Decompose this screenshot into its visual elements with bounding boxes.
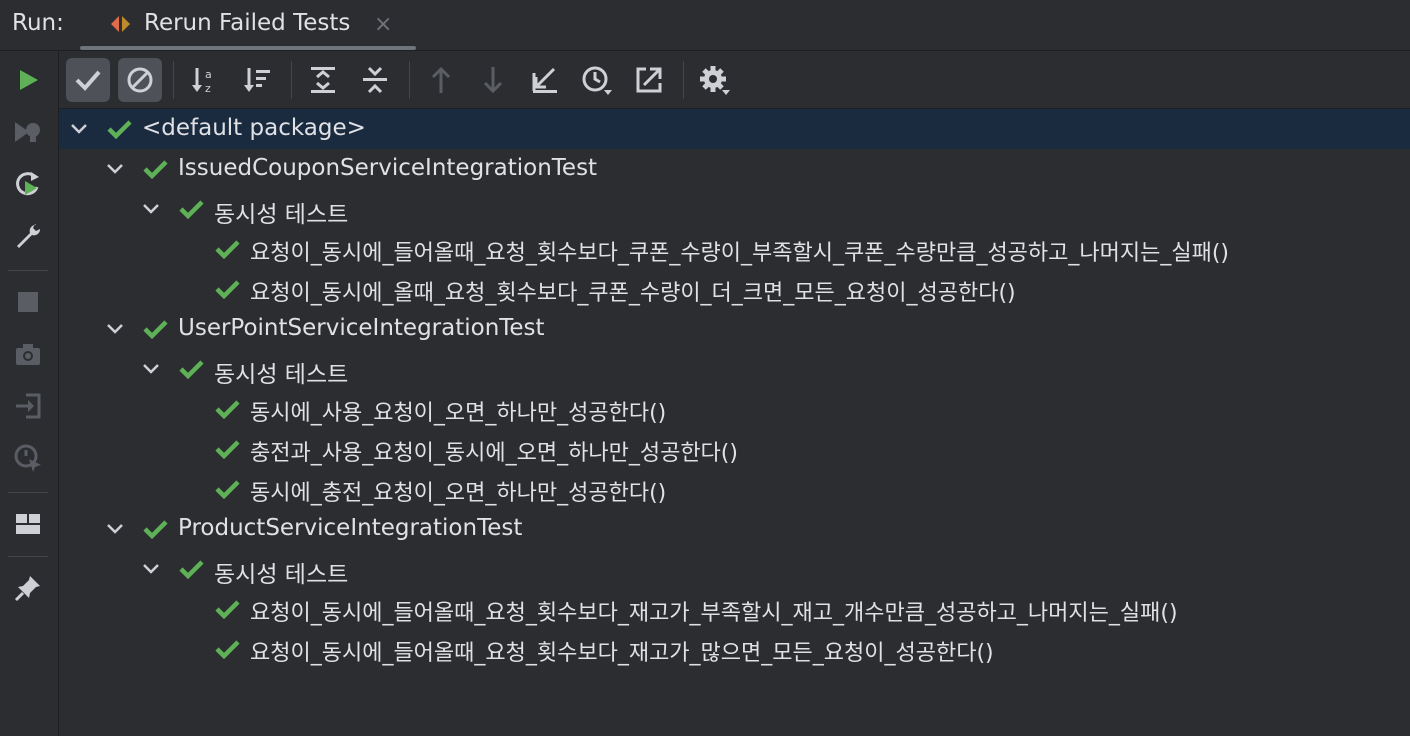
toolbar-separator [8,556,48,557]
test-group-row[interactable]: 동시성 테스트 [59,349,1410,389]
tree-node-label: 동시에_사용_요청이_오면_하나만_성공한다() [250,401,667,426]
show-ignored-icon[interactable] [118,58,162,102]
run-tool-window-header: Run: Rerun Failed Tests × [0,0,1410,51]
test-class-row[interactable]: ProductServiceIntegrationTest [59,509,1410,549]
tree-node-label: 동시성 테스트 [214,202,349,228]
passed-check-icon [143,160,168,179]
tree-node-label: UserPointServiceIntegrationTest [178,315,545,341]
tree-node-label: 동시성 테스트 [214,362,349,388]
sort-alpha-icon[interactable]: a z [183,58,227,102]
chevron-down-icon[interactable] [141,199,161,219]
toolbar-separator [683,61,684,99]
test-method-row[interactable]: 요청이_동시에_들어올때_요청_횟수보다_재고가_많으면_모든_요청이_성공한다… [59,629,1410,669]
camera-icon[interactable] [13,339,43,369]
arrow-down-icon[interactable] [471,58,515,102]
test-runner-toolbar: a z [59,51,1410,109]
toolbar-separator [291,61,292,99]
tree-node-label: 요청이_동시에_들어올때_요청_횟수보다_재고가_많으면_모든_요청이_성공한다… [250,641,994,666]
stop-icon[interactable] [13,287,43,317]
tree-node-label: IssuedCouponServiceIntegrationTest [178,155,598,181]
coverage-icon[interactable] [13,443,43,473]
svg-text:a: a [205,68,212,81]
expand-all-icon[interactable] [301,58,345,102]
svg-text:z: z [205,82,211,95]
import-tests-icon[interactable] [523,58,567,102]
chevron-down-icon[interactable] [69,119,89,139]
login-icon[interactable] [13,391,43,421]
test-method-row[interactable]: 요청이_동시에_올때_요청_횟수보다_쿠폰_수량이_더_크면_모든_요청이_성공… [59,269,1410,309]
package-row[interactable]: <default package> [59,109,1410,149]
tree-node-label: 동시에_충전_요청이_오면_하나만_성공한다() [250,481,667,506]
test-method-row[interactable]: 충전과_사용_요청이_동시에_오면_하나만_성공한다() [59,429,1410,469]
passed-check-icon [215,600,240,619]
test-group-row[interactable]: 동시성 테스트 [59,189,1410,229]
passed-check-icon [179,200,204,219]
passed-check-icon [215,280,240,299]
test-method-row[interactable]: 요청이_동시에_들어올때_요청_횟수보다_쿠폰_수량이_부족할시_쿠폰_수량만큼… [59,229,1410,269]
debug-icon[interactable] [13,117,43,147]
history-icon[interactable] [575,58,619,102]
passed-check-icon [215,240,240,259]
tree-node-label: 요청이_동시에_올때_요청_횟수보다_쿠폰_수량이_더_크면_모든_요청이_성공… [250,281,1016,306]
test-method-row[interactable]: 동시에_충전_요청이_오면_하나만_성공한다() [59,469,1410,509]
toolbar-separator [409,61,410,99]
passed-check-icon [215,640,240,659]
passed-check-icon [215,480,240,499]
chevron-down-icon[interactable] [105,519,125,539]
settings-icon[interactable] [693,58,737,102]
test-method-row[interactable]: 동시에_사용_요청이_오면_하나만_성공한다() [59,389,1410,429]
test-class-row[interactable]: UserPointServiceIntegrationTest [59,309,1410,349]
tree-node-label: ProductServiceIntegrationTest [178,515,523,541]
chevron-down-icon[interactable] [141,559,161,579]
test-results-tree[interactable]: <default package> IssuedCouponServiceInte… [59,109,1410,736]
test-method-row[interactable]: 요청이_동시에_들어올때_요청_횟수보다_재고가_부족할시_재고_개수만큼_성공… [59,589,1410,629]
passed-check-icon [215,440,240,459]
chevron-down-icon[interactable] [105,159,125,179]
passed-check-icon [179,560,204,579]
layout-icon[interactable] [13,509,43,539]
tab-rerun-failed-tests[interactable]: Rerun Failed Tests × [80,0,416,50]
close-icon[interactable]: × [374,12,392,37]
passed-check-icon [143,320,168,339]
passed-check-icon [143,520,168,539]
toolbar-separator [8,270,48,271]
collapse-all-icon[interactable] [353,58,397,102]
rerun-config-icon [108,13,134,35]
tab-title: Rerun Failed Tests [144,10,351,36]
chevron-down-icon[interactable] [105,319,125,339]
passed-check-icon [215,400,240,419]
export-icon[interactable] [627,58,671,102]
test-class-row[interactable]: IssuedCouponServiceIntegrationTest [59,149,1410,189]
run-label: Run: [12,10,64,36]
tree-node-label: 요청이_동시에_들어올때_요청_횟수보다_쿠폰_수량이_부족할시_쿠폰_수량만큼… [250,241,1230,266]
toolbar-separator [173,61,174,99]
left-toolbar [0,51,59,736]
chevron-down-icon[interactable] [141,359,161,379]
passed-check-icon [107,120,132,139]
tree-node-label: 동시성 테스트 [214,562,349,588]
sort-duration-icon[interactable] [235,58,279,102]
run-icon[interactable] [13,65,43,95]
rerun-icon[interactable] [13,169,43,199]
wrench-icon[interactable] [13,221,43,251]
tab-active-indicator [80,46,416,50]
tree-node-label: <default package> [142,115,366,141]
pin-icon[interactable] [13,573,43,603]
toolbar-separator [8,492,48,493]
show-passed-icon[interactable] [66,58,110,102]
tree-node-label: 충전과_사용_요청이_동시에_오면_하나만_성공한다() [250,441,738,466]
test-group-row[interactable]: 동시성 테스트 [59,549,1410,589]
arrow-up-icon[interactable] [419,58,463,102]
passed-check-icon [179,360,204,379]
tree-node-label: 요청이_동시에_들어올때_요청_횟수보다_재고가_부족할시_재고_개수만큼_성공… [250,601,1178,626]
